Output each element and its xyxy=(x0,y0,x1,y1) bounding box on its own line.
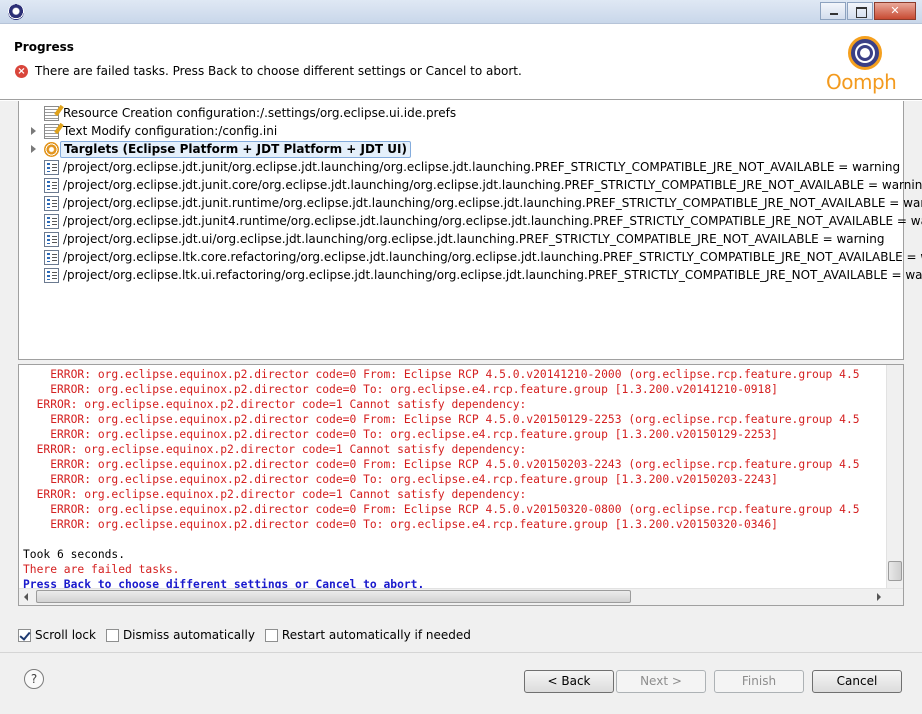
options-row: Scroll lock Dismiss automatically Restar… xyxy=(18,627,481,643)
oomph-logo: Oomph xyxy=(826,36,906,94)
minimize-button[interactable] xyxy=(820,2,846,20)
tree-item[interactable]: Targlets (Eclipse Platform + JDT Platfor… xyxy=(19,140,903,158)
preference-icon xyxy=(44,214,59,229)
log-line: ERROR: org.eclipse.equinox.p2.director c… xyxy=(23,383,778,396)
vertical-scrollbar[interactable] xyxy=(886,365,903,588)
restart-automatically-label: Restart automatically if needed xyxy=(281,628,471,642)
window-controls: ✕ xyxy=(819,2,916,20)
wizard-header: Progress × There are failed tasks. Press… xyxy=(0,24,922,100)
help-icon[interactable]: ? xyxy=(24,669,44,689)
log-line: ERROR: org.eclipse.equinox.p2.director c… xyxy=(23,368,860,381)
back-button[interactable]: < Back xyxy=(524,670,614,693)
close-button[interactable]: ✕ xyxy=(874,2,916,20)
cancel-button[interactable]: Cancel xyxy=(812,670,902,693)
tree-item[interactable]: /project/org.eclipse.ltk.ui.refactoring/… xyxy=(19,266,922,284)
dismiss-automatically-label: Dismiss automatically xyxy=(122,628,255,642)
tree-item-label: /project/org.eclipse.ltk.ui.refactoring/… xyxy=(63,268,922,282)
log-console[interactable]: ERROR: org.eclipse.equinox.p2.director c… xyxy=(18,364,904,606)
tree-item-label: Text Modify configuration:/config.ini xyxy=(63,124,278,138)
finish-button[interactable]: Finish xyxy=(714,670,804,693)
log-line: ERROR: org.eclipse.equinox.p2.director c… xyxy=(23,413,860,426)
log-line: ERROR: org.eclipse.equinox.p2.director c… xyxy=(23,458,860,471)
scroll-left-icon[interactable] xyxy=(24,593,28,601)
tree-item-label: /project/org.eclipse.jdt.ui/org.eclipse.… xyxy=(63,232,885,246)
scroll-lock-label: Scroll lock xyxy=(35,628,96,642)
restart-option[interactable]: Restart automatically if needed xyxy=(264,628,471,642)
tree-item[interactable]: Resource Creation configuration:/.settin… xyxy=(19,104,903,122)
tree-item[interactable]: /project/org.eclipse.jdt.ui/org.eclipse.… xyxy=(19,230,903,248)
preference-icon xyxy=(44,196,59,211)
preference-icon xyxy=(44,232,59,247)
maximize-button[interactable] xyxy=(847,2,873,20)
tree-item-label: Targlets (Eclipse Platform + JDT Platfor… xyxy=(60,141,411,158)
tree-item[interactable]: /project/org.eclipse.ltk.core.refactorin… xyxy=(19,248,922,266)
log-text: ERROR: org.eclipse.equinox.p2.director c… xyxy=(23,367,885,592)
preference-icon xyxy=(44,268,59,283)
next-button[interactable]: Next > xyxy=(616,670,706,693)
scroll-lock-option[interactable]: Scroll lock xyxy=(18,628,96,642)
restart-automatically-checkbox[interactable] xyxy=(264,628,278,642)
tree-item[interactable]: /project/org.eclipse.jdt.junit.runtime/o… xyxy=(19,194,922,212)
scroll-right-icon[interactable] xyxy=(877,593,881,601)
log-line: ERROR: org.eclipse.equinox.p2.director c… xyxy=(23,443,527,456)
eclipse-icon xyxy=(8,4,24,20)
error-icon: × xyxy=(15,65,28,78)
preference-icon xyxy=(44,160,59,175)
tree-item-label: /project/org.eclipse.ltk.core.refactorin… xyxy=(63,250,922,264)
dismiss-option[interactable]: Dismiss automatically xyxy=(105,628,255,642)
log-line: ERROR: org.eclipse.equinox.p2.director c… xyxy=(23,518,778,531)
log-line: Took 6 seconds. xyxy=(23,548,126,561)
tree-item-label: /project/org.eclipse.jdt.junit.runtime/o… xyxy=(63,196,922,210)
dismiss-automatically-checkbox[interactable] xyxy=(105,628,119,642)
edit-file-icon xyxy=(44,124,59,139)
tree-item-label: /project/org.eclipse.jdt.junit.core/org.… xyxy=(63,178,922,192)
horizontal-scrollbar[interactable] xyxy=(19,588,903,605)
expand-arrow-icon[interactable] xyxy=(31,127,36,135)
edit-file-icon xyxy=(44,106,59,121)
log-line: ERROR: org.eclipse.equinox.p2.director c… xyxy=(23,503,860,516)
tree-item[interactable]: Text Modify configuration:/config.ini xyxy=(19,122,903,140)
gear-icon xyxy=(848,36,882,70)
tree-item-label: /project/org.eclipse.jdt.junit/org.eclip… xyxy=(63,160,901,174)
logo-text: Oomph xyxy=(826,70,897,94)
page-title: Progress xyxy=(14,40,74,54)
horizontal-scroll-thumb[interactable] xyxy=(36,590,631,603)
log-line: ERROR: org.eclipse.equinox.p2.director c… xyxy=(23,428,778,441)
log-line: There are failed tasks. xyxy=(23,563,180,576)
header-message: There are failed tasks. Press Back to ch… xyxy=(35,64,522,78)
tree-item[interactable]: /project/org.eclipse.jdt.junit/org.eclip… xyxy=(19,158,903,176)
tree-item-label: Resource Creation configuration:/.settin… xyxy=(63,106,457,120)
scroll-lock-checkbox[interactable] xyxy=(18,628,31,642)
log-line: ERROR: org.eclipse.equinox.p2.director c… xyxy=(23,473,778,486)
preference-icon xyxy=(44,250,59,265)
target-icon xyxy=(44,142,59,157)
log-line: ERROR: org.eclipse.equinox.p2.director c… xyxy=(23,398,527,411)
title-bar: ✕ xyxy=(0,0,922,24)
vertical-scroll-thumb[interactable] xyxy=(888,561,902,581)
log-line: ERROR: org.eclipse.equinox.p2.director c… xyxy=(23,488,527,501)
task-tree[interactable]: Resource Creation configuration:/.settin… xyxy=(18,101,922,360)
tree-item-label: /project/org.eclipse.jdt.junit4.runtime/… xyxy=(63,214,922,228)
tree-item[interactable]: /project/org.eclipse.jdt.junit.core/org.… xyxy=(19,176,922,194)
button-bar: ? < Back Next > Finish Cancel xyxy=(0,652,922,714)
preference-icon xyxy=(44,178,59,193)
expand-arrow-icon[interactable] xyxy=(31,145,36,153)
tree-item[interactable]: /project/org.eclipse.jdt.junit4.runtime/… xyxy=(19,212,922,230)
wizard-content: Resource Creation configuration:/.settin… xyxy=(0,101,922,652)
